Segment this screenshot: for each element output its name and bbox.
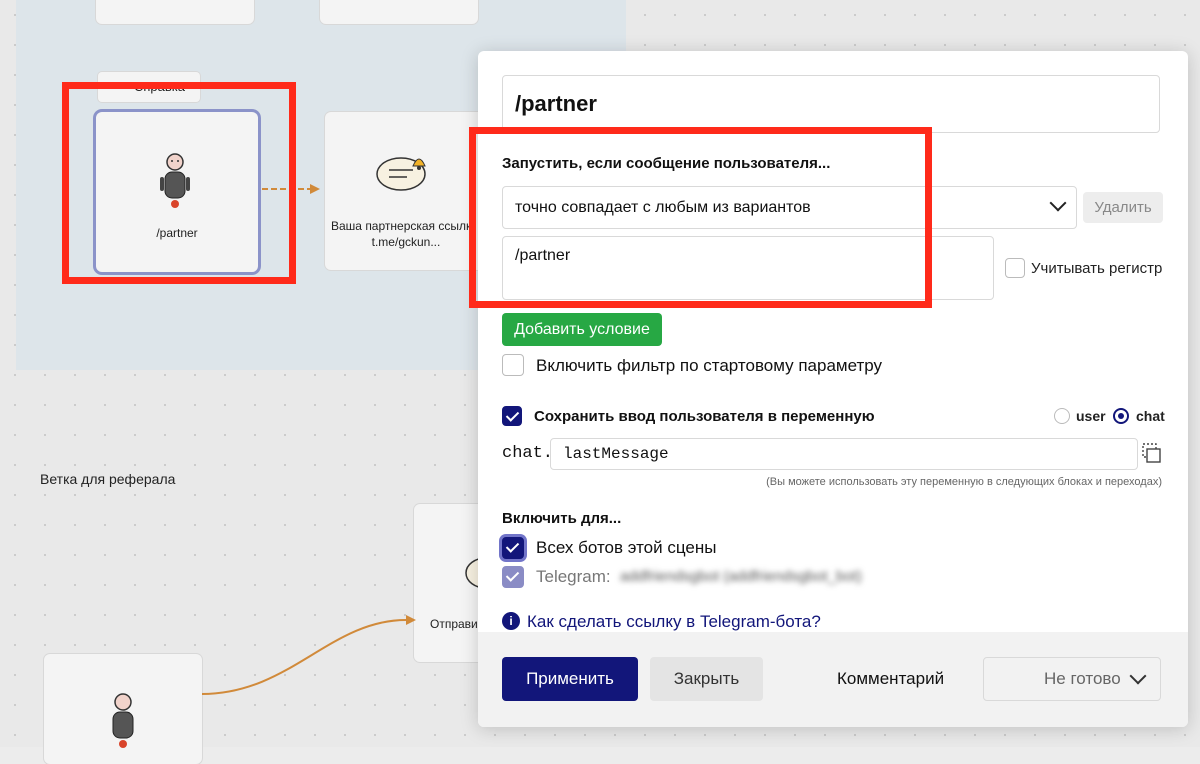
message-label-line2: t.me/gckun... [371,235,441,249]
message-label-line1: Ваша партнерская ссылк [331,219,472,233]
canvas-node-top-right[interactable] [320,0,478,24]
variants-textarea[interactable]: /partner [502,236,994,300]
close-button[interactable]: Закрыть [650,657,763,701]
scope-user-radio[interactable] [1054,408,1070,424]
help-chip-label: Справка [134,79,185,94]
help-chip[interactable]: ≡ Справка [98,72,200,102]
telegram-link-help[interactable]: Как сделать ссылку в Telegram-бота? [527,612,821,632]
partner-trigger-node[interactable]: /partner [96,112,258,272]
status-select[interactable]: Не готово [983,657,1161,701]
status-value: Не готово [1044,669,1121,688]
all-bots-label: Всех ботов этой сцены [536,538,717,557]
referral-trigger-node[interactable] [44,654,202,764]
variable-name-input[interactable]: lastMessage [550,438,1138,470]
case-sensitive-label: Учитывать регистр [1031,260,1163,277]
copy-icon[interactable] [1142,443,1162,465]
connection-arrow [262,184,320,194]
chevron-down-icon [1129,667,1147,685]
telegram-label: Telegram: [536,567,611,586]
telegram-bot-checkbox[interactable] [502,566,524,588]
match-type-value: точно совпадает с любым из вариантов [515,199,811,216]
save-input-label: Сохранить ввод пользователя в переменную [534,408,875,425]
save-input-checkbox[interactable] [502,406,522,426]
add-condition-button[interactable]: Добавить условие [502,313,662,346]
branch-connection-arrow [201,615,416,695]
apply-button[interactable]: Применить [502,657,638,701]
trigger-settings-modal: /partner Запустить, если сообщение польз… [478,51,1188,727]
trigger-title-input[interactable]: /partner [502,75,1160,133]
variable-prefix: chat. [502,444,554,463]
canvas-node-top-left[interactable] [96,0,254,24]
all-bots-checkbox[interactable] [502,537,524,559]
scope-chat-radio[interactable] [1113,408,1129,424]
info-icon: i [502,612,520,630]
trigger-condition-label: Запустить, если сообщение пользователя..… [502,155,831,172]
variable-hint: (Вы можете использовать эту переменную в… [766,476,1162,488]
scope-user-label: user [1076,408,1106,424]
message-bell-icon [376,157,426,191]
enable-for-label: Включить для... [502,510,622,527]
partner-message-node[interactable]: Ваша партнерская ссылк t.me/gckun... [325,112,487,270]
delete-condition-button[interactable]: Удалить [1083,192,1163,223]
case-sensitive-checkbox[interactable] [1005,258,1025,278]
scope-chat-label: chat [1136,408,1165,424]
partner-trigger-label: /partner [156,226,198,240]
match-type-select[interactable]: точно совпадает с любым из вариантов [502,186,1077,229]
telegram-bot-name: addfriendsgbot (addfriendsgbot_bot) [620,568,862,585]
chevron-down-icon [1049,194,1067,212]
start-param-label: Включить фильтр по стартовому параметру [536,356,883,375]
start-param-checkbox[interactable] [502,354,524,376]
branch-label: Ветка для реферала [40,471,176,487]
comment-button[interactable]: Комментарий [837,669,944,689]
user-figure-icon [160,153,190,208]
user-figure-icon [112,693,134,748]
